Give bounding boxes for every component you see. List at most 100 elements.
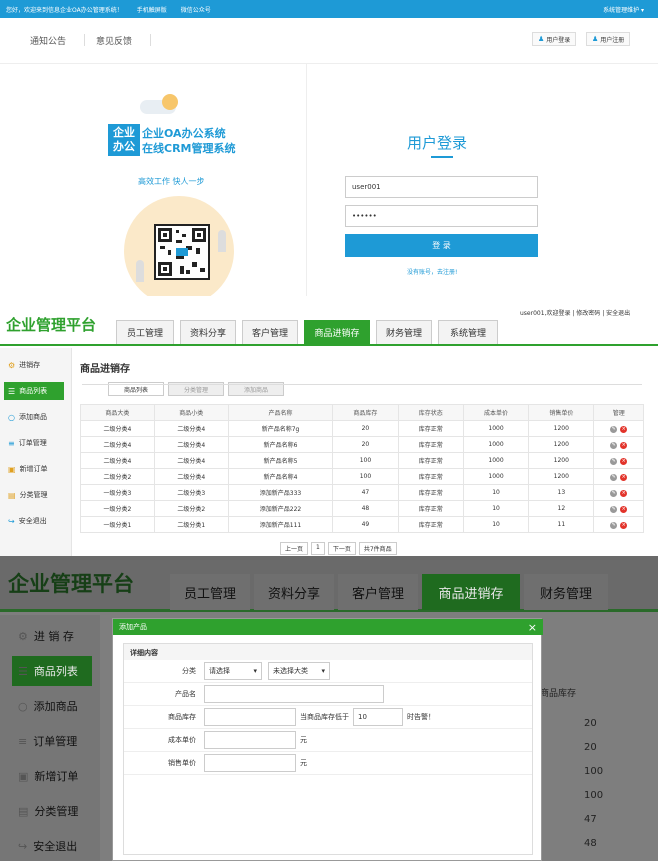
register-link[interactable]: 没有账号，去注册! <box>407 267 457 276</box>
logo-line2: 在线CRM管理系统 <box>142 142 236 155</box>
nav-tab[interactable]: 商品进销存 <box>422 574 520 610</box>
stock-input[interactable] <box>204 708 296 726</box>
brand-title: 企业管理平台 <box>8 572 134 596</box>
sidebar-item-label: 商品列表 <box>33 665 78 678</box>
login-promo: 企业 办公 企业OA办公系统 在线CRM管理系统 高效工作 快人一步 <box>0 64 306 306</box>
sidebar-item[interactable]: ⚙ 进 销 存 <box>12 621 92 651</box>
sidebar-item-label: 进 销 存 <box>33 630 74 643</box>
nav-tab[interactable]: 系统管理 <box>438 320 498 344</box>
password-input[interactable]: •••••• <box>345 205 538 227</box>
login-form: 用户登录 user001 •••••• 登 录 没有账号，去注册! <box>306 64 658 296</box>
delete-icon[interactable]: × <box>620 489 628 497</box>
table-cell: 1000 <box>462 468 530 485</box>
top-bar: 您好，欢迎来到信息企业OA办公管理系统！ 手机触屏版 微信公众号 系统管理维护 … <box>0 0 658 18</box>
sidebar-item[interactable]: ☰ 商品列表 <box>4 382 64 400</box>
username-input[interactable]: user001 <box>345 176 538 198</box>
edit-icon[interactable]: ✎ <box>610 441 618 449</box>
list-icon: ☰ <box>18 664 28 678</box>
edit-icon[interactable]: ✎ <box>610 489 618 497</box>
sidebar-item[interactable]: ▤ 分类管理 <box>12 796 92 826</box>
sidebar-item[interactable]: ≡ 订单管理 <box>4 434 64 452</box>
table-cell: 二级分类1 <box>153 516 229 533</box>
table-cell: 1000 <box>462 452 530 469</box>
login-button[interactable]: ♟ 用户登录 <box>532 32 577 46</box>
table-cell: 新产品名称4 <box>227 468 334 485</box>
table-cell: 49 <box>332 516 399 533</box>
feedback-link[interactable]: 意见反馈 <box>96 34 132 47</box>
table-cell: 1200 <box>528 420 595 437</box>
category-select-2[interactable]: 未选择大类 ▾ <box>268 662 330 680</box>
pager: 上一页 1 下一页 共7件商品 <box>280 542 397 555</box>
pager-prev[interactable]: 上一页 <box>280 542 309 555</box>
mobile-link[interactable]: 手机触屏版 <box>137 5 167 14</box>
register-button[interactable]: ♟ 用户注册 <box>586 32 631 46</box>
delete-icon[interactable]: × <box>620 441 628 449</box>
sidebar-item[interactable]: ▣ 新增订单 <box>12 761 92 791</box>
nav-tab[interactable]: 员工管理 <box>116 320 174 344</box>
column-header: 商品库存 <box>332 404 399 421</box>
table-cell: 20 <box>332 420 399 437</box>
sidebar-item-label: 添加商品 <box>33 700 78 713</box>
delete-icon[interactable]: × <box>620 457 628 465</box>
sidebar-item[interactable]: ☰ 商品列表 <box>12 656 92 686</box>
nav-tab[interactable]: 财务管理 <box>524 574 608 610</box>
nav-tab[interactable]: 财务管理 <box>376 320 432 344</box>
nav-tab[interactable]: 资料分享 <box>180 320 236 344</box>
sidebar-item[interactable]: ○ 添加商品 <box>12 691 92 721</box>
sidebar-item[interactable]: ▣ 新增订单 <box>4 460 64 478</box>
sidebar-item[interactable]: ▤ 分类管理 <box>4 486 64 504</box>
nav-tab[interactable]: 客户管理 <box>338 574 418 610</box>
nav-tab[interactable]: 资料分享 <box>254 574 334 610</box>
notice-link[interactable]: 通知公告 <box>30 34 66 47</box>
bg-column-value: 100 <box>584 766 604 777</box>
edit-icon[interactable]: ✎ <box>610 425 618 433</box>
delete-icon[interactable]: × <box>620 473 628 481</box>
table-cell: 1000 <box>462 436 530 453</box>
product-name-input[interactable] <box>204 685 384 703</box>
sidebar-item[interactable]: ⚙ 进销存 <box>4 356 64 374</box>
sidebar-item[interactable]: ○ 添加商品 <box>4 408 64 426</box>
stock-label: 商品库存 <box>168 713 196 721</box>
category-select-1-value: 请选择 <box>209 667 230 675</box>
bg-column-value: 100 <box>584 790 604 801</box>
brand-title: 企业管理平台 <box>6 316 97 334</box>
folder-icon: ▤ <box>8 490 16 500</box>
edit-icon[interactable]: ✎ <box>610 473 618 481</box>
sale-input[interactable] <box>204 754 296 772</box>
close-icon[interactable]: × <box>528 621 537 634</box>
welcome-text: 您好，欢迎来到信息企业OA办公管理系统！ <box>6 6 123 14</box>
user-bar[interactable]: user001,欢迎登录 | 修改密码 | 安全退出 <box>520 308 630 317</box>
table-cell: 二级分类4 <box>153 436 229 453</box>
wechat-link[interactable]: 微信公众号 <box>181 5 211 14</box>
pager-next[interactable]: 下一页 <box>327 542 356 555</box>
edit-icon[interactable]: ✎ <box>610 521 618 529</box>
delete-icon[interactable]: × <box>620 521 628 529</box>
divider <box>82 384 642 385</box>
table-cell: 二级分类4 <box>153 420 229 437</box>
bg-column-value: 47 <box>584 814 597 825</box>
alert-threshold-input[interactable]: 10 <box>353 708 403 726</box>
login-button-label: 用户登录 <box>546 36 571 44</box>
login-submit-button[interactable]: 登 录 <box>345 234 538 257</box>
table-cell: 库存正常 <box>397 452 464 469</box>
sidebar-item[interactable]: ↪ 安全退出 <box>12 831 92 861</box>
cost-input[interactable] <box>204 731 296 749</box>
pager-total: 共7件商品 <box>358 542 397 555</box>
table-cell: 二级分类2 <box>153 500 229 517</box>
category-select-1[interactable]: 请选择 ▾ <box>204 662 262 680</box>
nav-tab[interactable]: 员工管理 <box>170 574 250 610</box>
delete-icon[interactable]: × <box>620 505 628 513</box>
maintain-dropdown[interactable]: 系统管理维护 ▾ <box>603 5 644 14</box>
column-header: 库存状态 <box>397 404 464 421</box>
sidebar-item[interactable]: ↪ 安全退出 <box>4 512 64 530</box>
table-row: 二级分类4 二级分类4 新产品名称5 100 库存正常 1000 1200 ✎ × <box>80 452 644 469</box>
nav-tab[interactable]: 商品进销存 <box>304 320 370 344</box>
delete-icon[interactable]: × <box>620 425 628 433</box>
logo-line1: 企业OA办公系统 <box>142 127 226 140</box>
edit-icon[interactable]: ✎ <box>610 457 618 465</box>
edit-icon[interactable]: ✎ <box>610 505 618 513</box>
sidebar-item[interactable]: ≡ 订单管理 <box>12 726 92 756</box>
nav-tab[interactable]: 客户管理 <box>242 320 298 344</box>
cart-icon: ▣ <box>18 769 29 783</box>
pager-current[interactable]: 1 <box>311 542 325 555</box>
